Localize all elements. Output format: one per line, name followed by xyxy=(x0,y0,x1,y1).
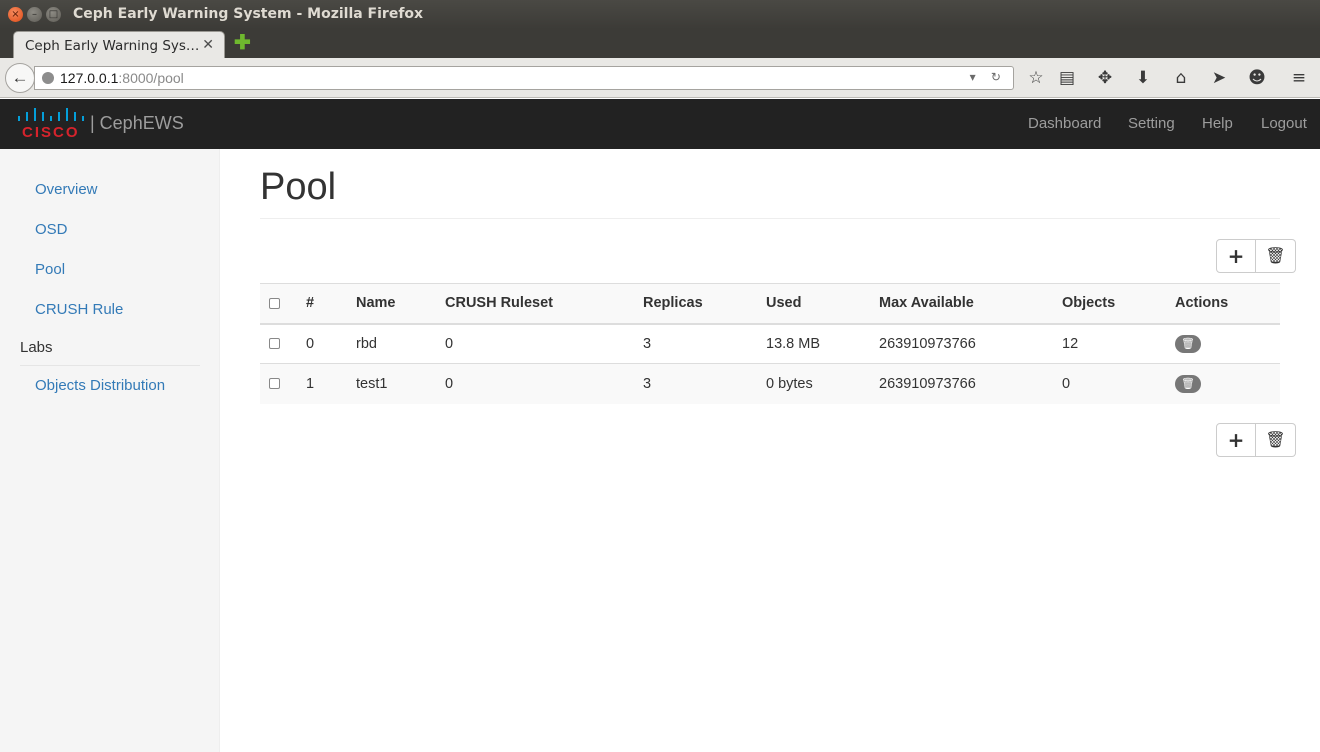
new-tab-icon[interactable]: ✚ xyxy=(234,33,251,53)
page-title: Pool xyxy=(260,166,337,208)
trash-icon[interactable]: 🗑 xyxy=(1175,374,1201,393)
cell-name: test1 xyxy=(356,363,445,404)
cell-objects: 12 xyxy=(1062,323,1175,364)
browser-navbar: 127.0.0.1:8000/pool ▾ ↻ ← ☆ ▤ ✥ ⬇ ⌂ ➤ ☻ … xyxy=(0,58,1320,98)
nav-setting[interactable]: Setting xyxy=(1128,115,1175,132)
header-actions: Actions xyxy=(1175,283,1280,325)
cisco-wordmark: CISCO xyxy=(22,124,80,141)
cell-replicas: 3 xyxy=(643,363,766,404)
table-header-row: # Name CRUSH Ruleset Replicas Used Max A… xyxy=(260,283,1280,325)
menu-icon[interactable]: ≡ xyxy=(1288,67,1310,89)
tab-title: Ceph Early Warning Sys… xyxy=(25,38,200,54)
cell-max-available: 263910973766 xyxy=(879,323,1062,364)
header-id: # xyxy=(306,283,356,325)
title-divider xyxy=(260,218,1280,219)
select-all-checkbox[interactable] xyxy=(269,297,280,309)
cell-replicas: 3 xyxy=(643,323,766,364)
table-row: 0 rbd 0 3 13.8 MB 263910973766 12 🗑 xyxy=(260,323,1280,364)
app-header: CISCO | CephEWS Dashboard Setting Help L… xyxy=(0,99,1320,149)
cell-id: 1 xyxy=(306,363,356,404)
url-text[interactable]: 127.0.0.1:8000/pool xyxy=(60,70,184,86)
window-minimize-icon[interactable]: – xyxy=(27,7,42,22)
window-maximize-icon[interactable]: □ xyxy=(46,7,61,22)
delete-pools-button-bottom[interactable]: 🗑 xyxy=(1256,423,1296,457)
send-icon[interactable]: ➤ xyxy=(1208,67,1230,89)
chat-icon[interactable]: ☻ xyxy=(1246,67,1268,89)
header-used: Used xyxy=(766,283,879,325)
cell-used: 13.8 MB xyxy=(766,323,879,364)
cell-objects: 0 xyxy=(1062,363,1175,404)
window-titlebar: × – □ Ceph Early Warning System - Mozill… xyxy=(0,0,1320,29)
row-checkbox[interactable] xyxy=(269,378,280,390)
brand-name[interactable]: | CephEWS xyxy=(90,113,184,134)
pocket-icon[interactable]: ✥ xyxy=(1094,67,1116,89)
sidebar-item-osd[interactable]: OSD xyxy=(35,221,68,238)
bookmark-star-icon[interactable]: ☆ xyxy=(1025,67,1047,89)
cisco-bars-icon xyxy=(18,108,84,121)
cell-name: rbd xyxy=(356,323,445,364)
cell-ruleset: 0 xyxy=(445,323,643,364)
cisco-logo[interactable]: CISCO xyxy=(16,104,86,142)
download-icon[interactable]: ⬇ xyxy=(1132,67,1154,89)
home-icon[interactable]: ⌂ xyxy=(1170,67,1192,89)
cell-max-available: 263910973766 xyxy=(879,363,1062,404)
nav-logout[interactable]: Logout xyxy=(1261,115,1307,132)
tab-close-icon[interactable]: ✕ xyxy=(202,36,214,53)
nav-dashboard[interactable]: Dashboard xyxy=(1028,115,1101,132)
header-name: Name xyxy=(356,283,445,325)
sidebar-divider xyxy=(20,365,200,366)
reading-list-icon[interactable]: ▤ xyxy=(1056,67,1078,89)
reload-icon[interactable]: ▾ ↻ xyxy=(970,70,1007,84)
delete-pools-button-top[interactable]: 🗑 xyxy=(1256,239,1296,273)
nav-help[interactable]: Help xyxy=(1202,115,1233,132)
pool-table: # Name CRUSH Ruleset Replicas Used Max A… xyxy=(260,283,1280,404)
sidebar-item-pool[interactable]: Pool xyxy=(35,261,65,278)
window-title: Ceph Early Warning System - Mozilla Fire… xyxy=(73,6,424,22)
add-pool-button-top[interactable]: + xyxy=(1216,239,1256,273)
header-replicas: Replicas xyxy=(643,283,766,325)
window-close-icon[interactable]: × xyxy=(8,7,23,22)
cell-used: 0 bytes xyxy=(766,363,879,404)
row-checkbox[interactable] xyxy=(269,338,280,350)
url-bar[interactable]: 127.0.0.1:8000/pool ▾ ↻ xyxy=(34,66,1014,90)
add-pool-button-bottom[interactable]: + xyxy=(1216,423,1256,457)
tab-strip: Ceph Early Warning Sys… ✕ ✚ xyxy=(0,29,1320,58)
sidebar-item-crush-rule[interactable]: CRUSH Rule xyxy=(35,301,123,318)
header-crush-ruleset: CRUSH Ruleset xyxy=(445,283,643,325)
table-row: 1 test1 0 3 0 bytes 263910973766 0 🗑 xyxy=(260,363,1280,404)
trash-icon[interactable]: 🗑 xyxy=(1175,334,1201,353)
header-objects: Objects xyxy=(1062,283,1175,325)
globe-icon xyxy=(42,72,54,84)
back-arrow-icon[interactable]: ← xyxy=(5,63,35,93)
sidebar-item-overview[interactable]: Overview xyxy=(35,181,98,198)
header-max-available: Max Available xyxy=(879,283,1062,325)
browser-tab[interactable]: Ceph Early Warning Sys… ✕ xyxy=(13,31,225,58)
sidebar-section-labs: Labs xyxy=(20,339,53,356)
cell-ruleset: 0 xyxy=(445,363,643,404)
sidebar-item-objects-distribution[interactable]: Objects Distribution xyxy=(35,377,165,394)
cell-id: 0 xyxy=(306,323,356,364)
sidebar: Overview OSD Pool CRUSH Rule Labs Object… xyxy=(0,149,220,752)
